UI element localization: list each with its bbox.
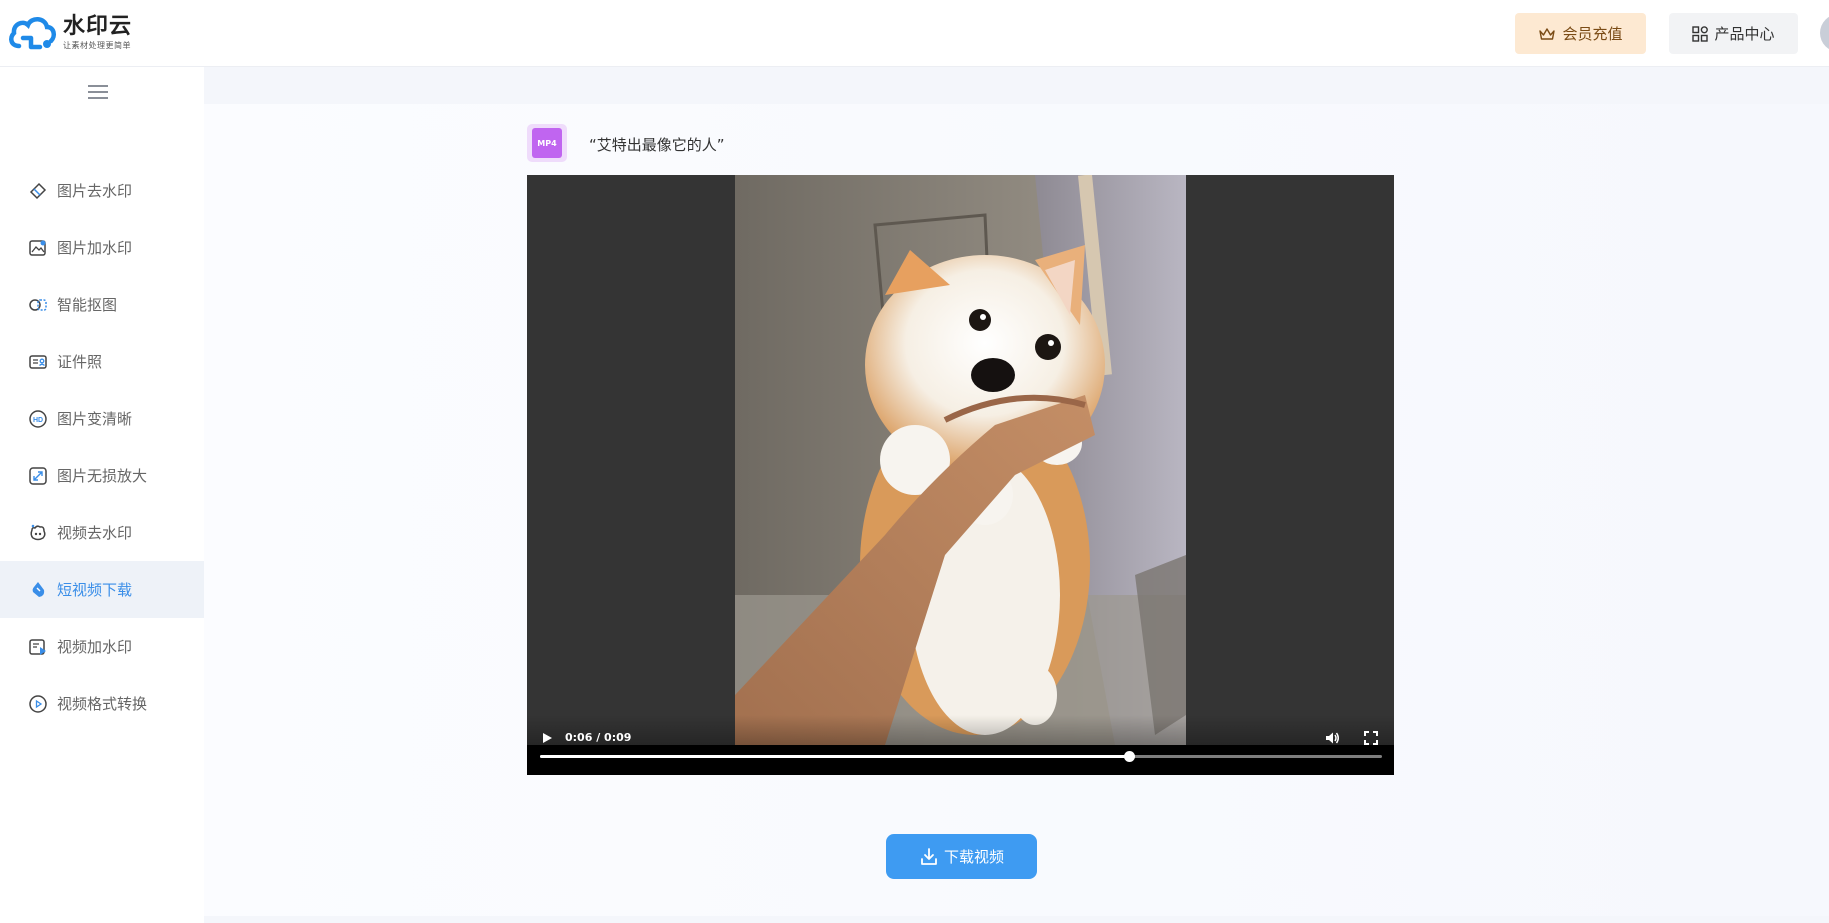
cloud-logo-icon bbox=[9, 17, 57, 50]
sidebar-item-image-watermark-remove[interactable]: 图片去水印 bbox=[0, 162, 204, 219]
sidebar-nav: 图片去水印 图片加水印 智能抠图 证件照 HD 图片变清晰 图片无损放大 视频去… bbox=[0, 162, 204, 732]
sidebar: 图片去水印 图片加水印 智能抠图 证件照 HD 图片变清晰 图片无损放大 视频去… bbox=[0, 67, 204, 923]
id-card-icon bbox=[27, 351, 49, 373]
vip-recharge-button[interactable]: 会员充值 bbox=[1515, 13, 1646, 54]
download-icon bbox=[921, 847, 937, 865]
top-header: 水印云 让素材处理更简单 会员充值 产品中心 bbox=[0, 0, 1829, 67]
cutout-icon bbox=[27, 294, 49, 316]
video-player[interactable]: 0:06 / 0:09 bbox=[527, 175, 1394, 775]
sidebar-item-smart-cutout[interactable]: 智能抠图 bbox=[0, 276, 204, 333]
sidebar-item-label: 短视频下载 bbox=[57, 581, 133, 599]
mp4-file-icon: MP4 bbox=[527, 124, 567, 162]
result-panel: MP4 “艾特出最像它的人” 0:06 / 0:09 下载视频 bbox=[204, 104, 1829, 916]
sidebar-item-image-watermark-add[interactable]: 图片加水印 bbox=[0, 219, 204, 276]
logo[interactable]: 水印云 让素材处理更简单 bbox=[7, 14, 132, 52]
vip-button-label: 会员充值 bbox=[1562, 25, 1623, 43]
main-content: MP4 “艾特出最像它的人” 0:06 / 0:09 下载视频 bbox=[204, 67, 1829, 923]
sidebar-item-short-video-download[interactable]: 短视频下载 bbox=[0, 561, 204, 618]
video-stamp-icon bbox=[27, 636, 49, 658]
logo-title: 水印云 bbox=[63, 14, 133, 39]
sidebar-item-label: 图片变清晰 bbox=[57, 410, 133, 428]
sidebar-item-label: 智能抠图 bbox=[57, 296, 118, 314]
sidebar-item-label: 视频格式转换 bbox=[57, 695, 148, 713]
expand-icon bbox=[27, 465, 49, 487]
fullscreen-icon[interactable] bbox=[1363, 730, 1379, 746]
product-button-label: 产品中心 bbox=[1714, 25, 1775, 43]
sidebar-item-label: 图片去水印 bbox=[57, 182, 133, 200]
sidebar-item-label: 视频加水印 bbox=[57, 638, 133, 656]
apps-grid-icon bbox=[1692, 25, 1709, 42]
sidebar-item-label: 视频去水印 bbox=[57, 524, 133, 542]
volume-icon[interactable] bbox=[1324, 730, 1340, 746]
crown-icon bbox=[1539, 27, 1556, 40]
video-title: “艾特出最像它的人” bbox=[589, 136, 725, 154]
product-center-button[interactable]: 产品中心 bbox=[1669, 13, 1798, 54]
download-drop-icon bbox=[27, 579, 49, 601]
sidebar-item-image-sharpen[interactable]: HD 图片变清晰 bbox=[0, 390, 204, 447]
image-stamp-icon bbox=[27, 237, 49, 259]
video-erase-icon bbox=[27, 522, 49, 544]
download-video-button[interactable]: 下载视频 bbox=[886, 834, 1037, 879]
play-icon[interactable] bbox=[540, 731, 554, 745]
sidebar-item-video-format-convert[interactable]: 视频格式转换 bbox=[0, 675, 204, 732]
logo-slogan: 让素材处理更简单 bbox=[63, 41, 131, 50]
sidebar-item-image-upscale[interactable]: 图片无损放大 bbox=[0, 447, 204, 504]
hd-icon: HD bbox=[27, 408, 49, 430]
download-button-label: 下载视频 bbox=[943, 848, 1004, 866]
controls-overlay bbox=[527, 715, 1394, 775]
menu-collapse-icon[interactable] bbox=[88, 84, 108, 100]
sidebar-item-label: 证件照 bbox=[57, 353, 103, 371]
sidebar-item-video-watermark-remove[interactable]: 视频去水印 bbox=[0, 504, 204, 561]
sidebar-item-label: 图片加水印 bbox=[57, 239, 133, 257]
video-time: 0:06 / 0:09 bbox=[565, 731, 632, 744]
file-type-label: MP4 bbox=[532, 128, 562, 158]
user-avatar[interactable] bbox=[1820, 14, 1829, 52]
video-progress-bar[interactable] bbox=[540, 751, 1382, 762]
sidebar-item-id-photo[interactable]: 证件照 bbox=[0, 333, 204, 390]
eraser-icon bbox=[27, 180, 49, 202]
sidebar-item-video-watermark-add[interactable]: 视频加水印 bbox=[0, 618, 204, 675]
play-circle-icon bbox=[27, 693, 49, 715]
sidebar-item-label: 图片无损放大 bbox=[57, 467, 148, 485]
video-frame-dog-image bbox=[735, 175, 1186, 745]
progress-fill bbox=[540, 755, 1130, 758]
svg-text:HD: HD bbox=[33, 417, 43, 424]
